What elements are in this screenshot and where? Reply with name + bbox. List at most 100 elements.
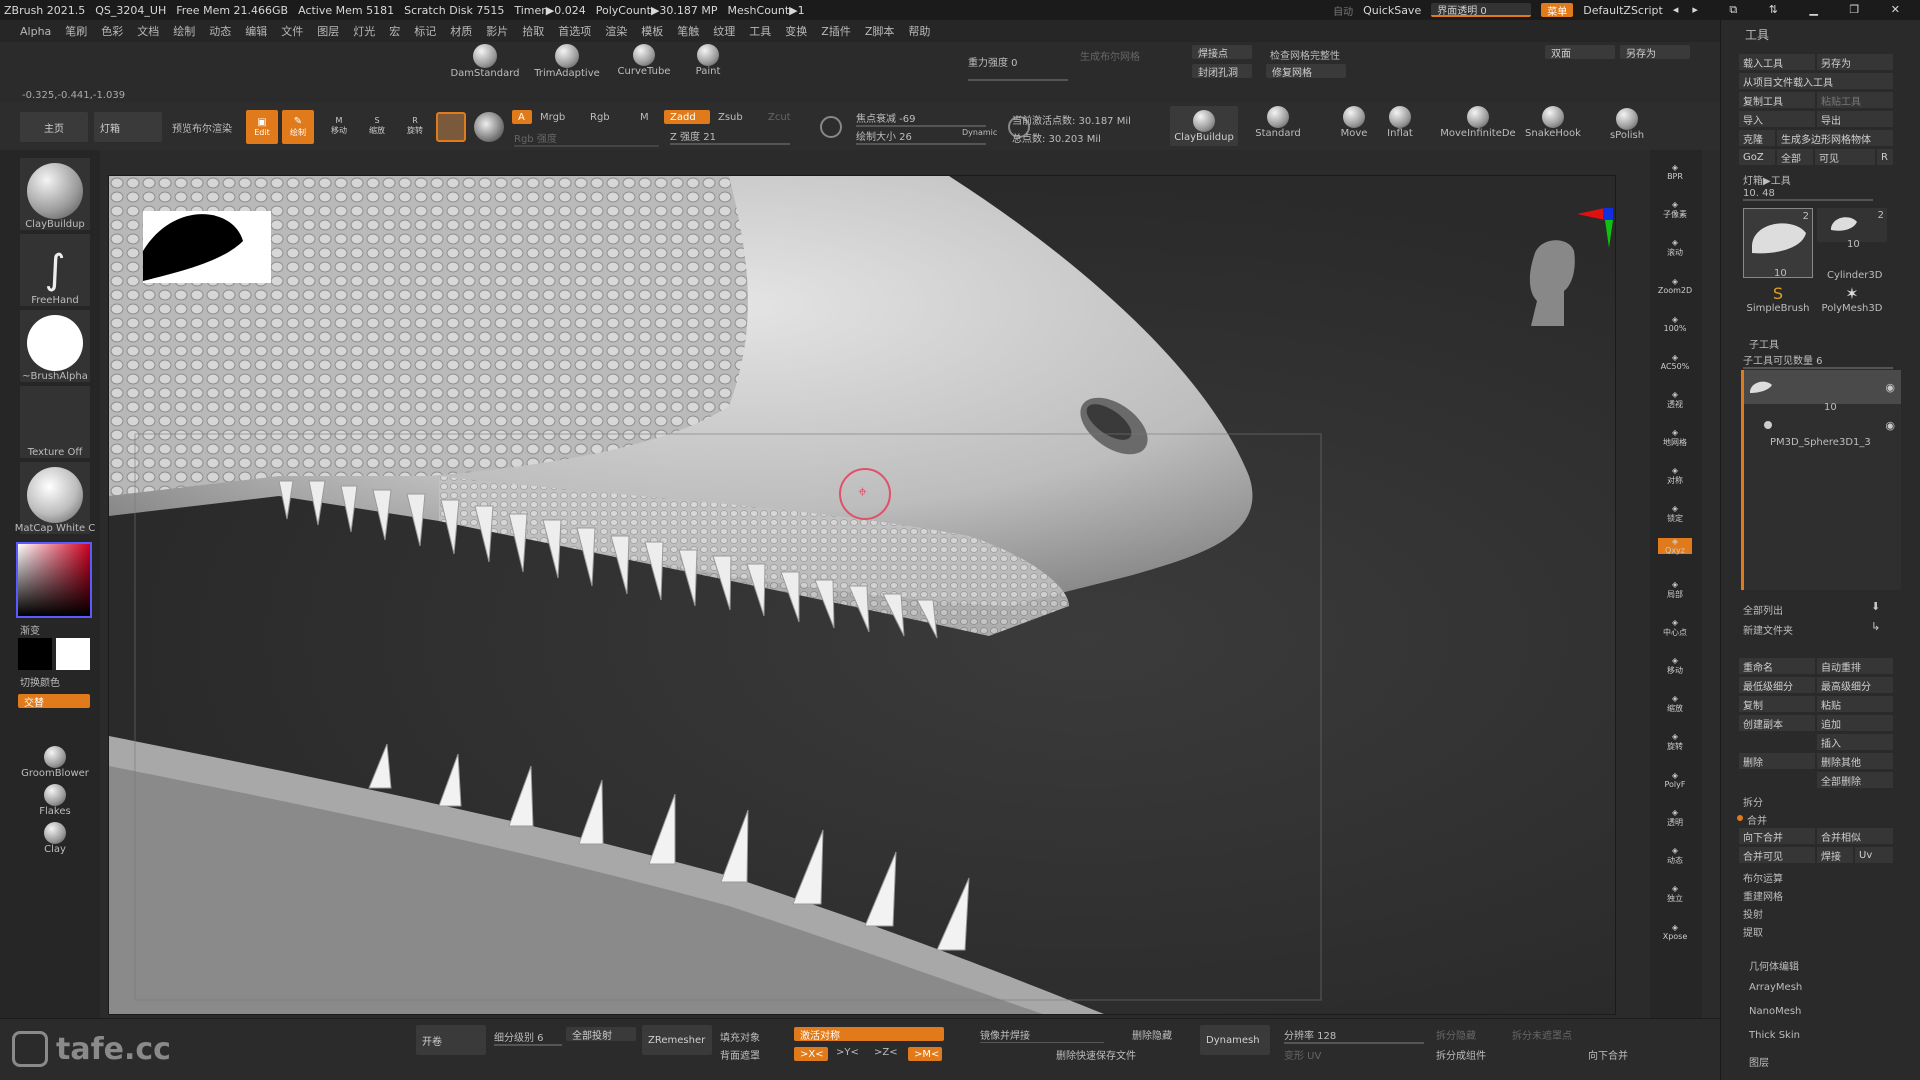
texture-button[interactable]: Texture Off — [20, 386, 90, 458]
focal-shift-slider[interactable]: 焦点衰减 -69 — [856, 110, 986, 127]
save-as-button[interactable]: 另存为 — [1817, 54, 1893, 70]
move-mode-button[interactable]: M 移动 — [322, 112, 356, 140]
arraymesh-section[interactable]: ArrayMesh — [1749, 982, 1802, 993]
mirror-weld-button[interactable]: 镜像并焊接 — [980, 1027, 1104, 1043]
scale-mode-button[interactable]: S 缩放 — [360, 112, 394, 140]
goz-button[interactable]: GoZ — [1739, 149, 1775, 165]
rgb-intensity-slider[interactable]: Rgb 强度 — [514, 130, 659, 147]
stroke-button[interactable]: ∫ FreeHand — [20, 234, 90, 306]
claybuildup-quick-brush[interactable]: ClayBuildup — [1170, 106, 1238, 146]
eye-icon[interactable]: ◉ — [1885, 381, 1895, 394]
right-shelf-button-7[interactable]: ◈ 地网格 — [1658, 424, 1692, 452]
subtool-row-active[interactable]: ◉ — [1744, 370, 1901, 404]
right-shelf-button-19[interactable]: ◈ 独立 — [1658, 880, 1692, 908]
subtool-action-0-0[interactable]: 重命名 — [1739, 658, 1815, 674]
import-button[interactable]: 导入 — [1739, 111, 1815, 127]
subdiv-level-slider[interactable]: 细分级别 6 — [494, 1029, 562, 1046]
menu-item-18[interactable]: 笔触 — [677, 23, 699, 39]
folder-arrow-icon[interactable]: ↳ — [1871, 620, 1880, 633]
new-folder-button[interactable]: 新建文件夹 — [1743, 622, 1793, 637]
subtool-action-3-0[interactable]: 创建副本 — [1739, 715, 1815, 731]
right-shelf-button-20[interactable]: ◈ Xpose — [1658, 918, 1692, 946]
right-shelf-button-4[interactable]: ◈ 100% — [1658, 310, 1692, 338]
subtool-header[interactable]: 子工具 — [1749, 336, 1779, 351]
moveinfinite-quick-brush[interactable]: MoveInfiniteDe — [1438, 106, 1518, 146]
menu-item-10[interactable]: 宏 — [389, 23, 400, 39]
backface-mask-button[interactable]: 背面遮罩 — [720, 1047, 760, 1062]
move-quick-brush[interactable]: Move — [1334, 106, 1374, 146]
weld-button[interactable]: 焊接 — [1817, 847, 1853, 863]
paste-tool-button[interactable]: 粘贴工具 — [1817, 92, 1893, 108]
right-shelf-button-16[interactable]: ◈ PolyF — [1658, 766, 1692, 794]
right-shelf-button-18[interactable]: ◈ 动态 — [1658, 842, 1692, 870]
fill-object-button[interactable]: 填充对象 — [720, 1029, 760, 1044]
subtool-action-3-1[interactable]: 追加 — [1817, 715, 1893, 731]
delete-hidden-button[interactable]: 删除隐藏 — [1132, 1027, 1172, 1042]
remesh-section[interactable]: 重建网格 — [1743, 888, 1783, 903]
split-hidden-button[interactable]: 拆分隐藏 — [1436, 1027, 1476, 1042]
weld-points-button[interactable]: 焊接点 — [1192, 45, 1252, 59]
edit-button[interactable]: ▣ Edit — [246, 110, 278, 144]
right-shelf-button-0[interactable]: ◈ BPR — [1658, 158, 1692, 186]
material-swatch-icon[interactable] — [436, 112, 466, 142]
alternate-button[interactable]: 交替 — [18, 694, 90, 708]
boolean-section[interactable]: 布尔运算 — [1743, 870, 1783, 885]
home-tab[interactable]: 主页 — [20, 112, 88, 142]
subtool-visible-count-slider[interactable]: 子工具可见数量 6 — [1743, 352, 1893, 369]
zcut-toggle[interactable]: Zcut — [768, 112, 791, 123]
menu-item-4[interactable]: 绘制 — [173, 23, 195, 39]
matcap-toggle-icon[interactable] — [474, 112, 504, 142]
sym-m-button[interactable]: >M< — [908, 1047, 942, 1061]
make-polymesh-button[interactable]: 生成多边形网格物体 — [1777, 130, 1893, 146]
save-as-button-top[interactable]: 另存为 — [1620, 45, 1690, 59]
snakehook-quick-brush[interactable]: SnakeHook — [1522, 106, 1584, 146]
copy-tool-button[interactable]: 复制工具 — [1739, 92, 1815, 108]
zsub-toggle[interactable]: Zsub — [718, 112, 743, 123]
right-shelf-button-6[interactable]: ◈ 透视 — [1658, 386, 1692, 414]
activate-symmetry-button[interactable]: 激活对称 — [794, 1027, 944, 1041]
menu-item-1[interactable]: 笔刷 — [65, 23, 87, 39]
subtool-action-1-1[interactable]: 最高级细分 — [1817, 677, 1893, 693]
trimadaptive-brush[interactable]: TrimAdaptive — [534, 44, 600, 84]
right-shelf-button-14[interactable]: ◈ 缩放 — [1658, 690, 1692, 718]
close-holes-button[interactable]: 封闭孔洞 — [1192, 64, 1252, 78]
right-shelf-button-12[interactable]: ◈ 中心点 — [1658, 614, 1692, 642]
project-section[interactable]: 投射 — [1743, 906, 1763, 921]
merge-down-button[interactable]: 向下合并 — [1588, 1047, 1628, 1062]
menu-item-3[interactable]: 文档 — [137, 23, 159, 39]
menu-button[interactable]: 菜单 — [1541, 3, 1574, 17]
split-to-parts-button[interactable]: 拆分成组件 — [1436, 1047, 1486, 1062]
open-roll-button[interactable]: 开卷 — [416, 1025, 486, 1055]
split-unmasked-button[interactable]: 拆分未遮罩点 — [1512, 1027, 1572, 1042]
rotate-mode-button[interactable]: R 旋转 — [398, 112, 432, 140]
right-shelf-button-1[interactable]: ◈ 子像素 — [1658, 196, 1692, 224]
quicksave-button[interactable]: QuickSave — [1363, 4, 1421, 17]
layers-section[interactable]: 图层 — [1749, 1054, 1769, 1069]
right-shelf-button-8[interactable]: ◈ 对称 — [1658, 462, 1692, 490]
subtool-action-0-1[interactable]: 自动重排 — [1817, 658, 1893, 674]
load-tool-button[interactable]: 载入工具 — [1739, 54, 1815, 70]
menu-item-11[interactable]: 标记 — [414, 23, 436, 39]
list-all-button[interactable]: 全部列出 — [1743, 602, 1783, 617]
merge-similar-button[interactable]: 合并相似 — [1817, 828, 1893, 844]
clay-brush[interactable]: Clay — [20, 822, 90, 855]
menu-item-0[interactable]: Alpha — [20, 25, 51, 38]
fix-mesh-button[interactable]: 修复网格 — [1266, 64, 1346, 78]
rgb-toggle[interactable]: Rgb — [590, 112, 610, 123]
current-brush-button[interactable]: ClayBuildup — [20, 158, 90, 230]
window-controls[interactable]: ◂▸ ⧉ ⇅ ▁ ❐ ✕ — [1673, 3, 1920, 17]
right-shelf-button-9[interactable]: ◈ 锁定 — [1658, 500, 1692, 528]
thick-skin-section[interactable]: Thick Skin — [1749, 1030, 1800, 1041]
standard-quick-brush[interactable]: Standard — [1252, 106, 1304, 146]
m-toggle[interactable]: M — [640, 112, 649, 123]
inflat-quick-brush[interactable]: Inflat — [1380, 106, 1420, 146]
primary-color-swatch[interactable] — [18, 638, 52, 670]
right-shelf-button-3[interactable]: ◈ Zoom2D — [1658, 272, 1692, 300]
right-shelf-button-10[interactable]: ◈ Qxyz — [1658, 537, 1692, 555]
sym-y-button[interactable]: >Y< — [836, 1047, 859, 1058]
tool-count-slider[interactable]: 10. 48 — [1743, 188, 1873, 201]
delete-history-button[interactable]: 删除快速保存文件 — [1056, 1047, 1136, 1062]
simplebrush-tool[interactable]: S SimpleBrush — [1743, 284, 1813, 314]
subtool-action-1-0[interactable]: 最低级细分 — [1739, 677, 1815, 693]
menu-item-12[interactable]: 材质 — [450, 23, 472, 39]
